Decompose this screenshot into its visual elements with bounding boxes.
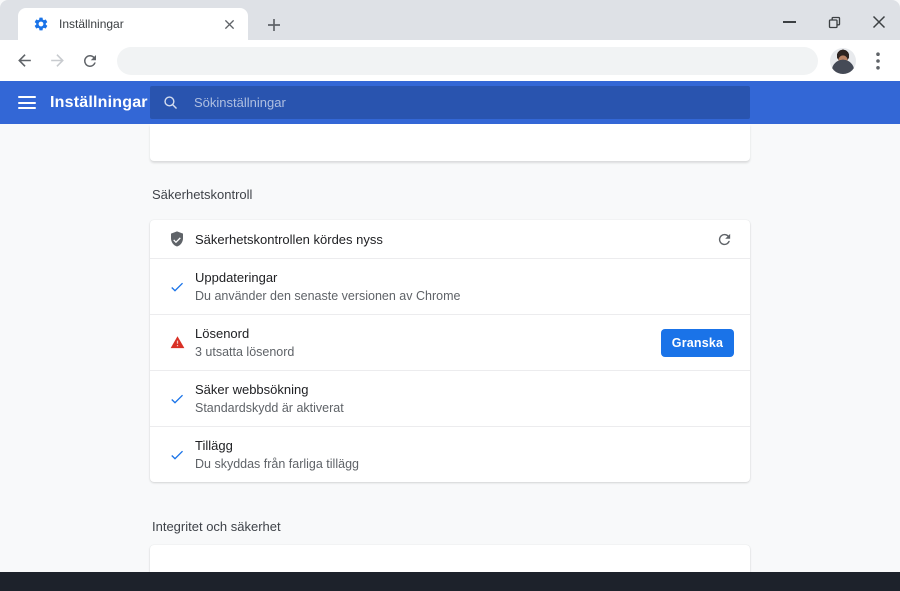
bottom-shelf	[0, 572, 900, 591]
safety-check-status-text: Säkerhetskontrollen kördes nyss	[195, 231, 383, 247]
privacy-section-card	[150, 545, 750, 572]
browser-window: Inställningar Inställningar Sökinställni…	[0, 0, 900, 591]
rerun-safety-check-icon[interactable]	[714, 229, 734, 249]
safety-check-row-updates: Uppdateringar Du använder den senaste ve…	[150, 258, 750, 314]
safety-check-row-extensions: Tillägg Du skyddas från farliga tillägg	[150, 426, 750, 482]
browser-toolbar	[0, 40, 900, 81]
row-subtitle: Du använder den senaste versionen av Chr…	[195, 289, 461, 303]
minimize-icon[interactable]	[776, 9, 802, 35]
safety-check-card: Säkerhetskontrollen kördes nyss Uppdater…	[150, 220, 750, 482]
row-subtitle: 3 utsatta lösenord	[195, 345, 295, 359]
settings-title: Inställningar	[50, 93, 148, 111]
check-icon	[168, 447, 186, 463]
reload-icon[interactable]	[76, 47, 104, 75]
review-passwords-button[interactable]: Granska	[661, 328, 734, 357]
search-input[interactable]	[192, 94, 750, 111]
profile-avatar[interactable]	[830, 47, 856, 74]
restore-icon[interactable]	[821, 9, 847, 35]
settings-gear-favicon-icon	[33, 16, 49, 32]
back-icon[interactable]	[10, 47, 38, 75]
tab-title: Inställningar	[59, 17, 124, 31]
menu-hamburger-icon[interactable]	[18, 94, 36, 111]
row-title: Säker webbsökning	[195, 382, 309, 397]
settings-header: Inställningar	[0, 81, 900, 124]
row-subtitle: Du skyddas från farliga tillägg	[195, 457, 359, 471]
shield-check-icon	[168, 230, 186, 248]
warning-icon	[168, 335, 186, 350]
check-icon	[168, 391, 186, 407]
check-icon	[168, 279, 186, 295]
window-controls	[757, 9, 892, 35]
section-label-safety-check: Säkerhetskontroll	[152, 187, 253, 202]
close-window-icon[interactable]	[866, 9, 892, 35]
safety-check-row-passwords: Lösenord 3 utsatta lösenord Granska	[150, 314, 750, 370]
tab-settings[interactable]: Inställningar	[18, 8, 248, 40]
forward-icon[interactable]	[43, 47, 71, 75]
address-bar[interactable]	[117, 46, 818, 75]
previous-section-card	[150, 124, 750, 161]
safety-check-status-row: Säkerhetskontrollen kördes nyss	[150, 220, 750, 258]
new-tab-button[interactable]	[262, 13, 286, 37]
search-icon	[164, 96, 178, 110]
tab-strip: Inställningar	[0, 0, 900, 40]
row-subtitle: Standardskydd är aktiverat	[195, 401, 344, 415]
row-title: Uppdateringar	[195, 270, 278, 285]
browser-menu-icon[interactable]	[866, 48, 890, 74]
settings-search-box	[150, 86, 750, 119]
row-title: Tillägg	[195, 438, 233, 453]
safety-check-row-safe-browsing: Säker webbsökning Standardskydd är aktiv…	[150, 370, 750, 426]
section-label-privacy: Integritet och säkerhet	[152, 519, 281, 534]
row-title: Lösenord	[195, 326, 250, 341]
tab-close-icon[interactable]	[220, 15, 238, 33]
